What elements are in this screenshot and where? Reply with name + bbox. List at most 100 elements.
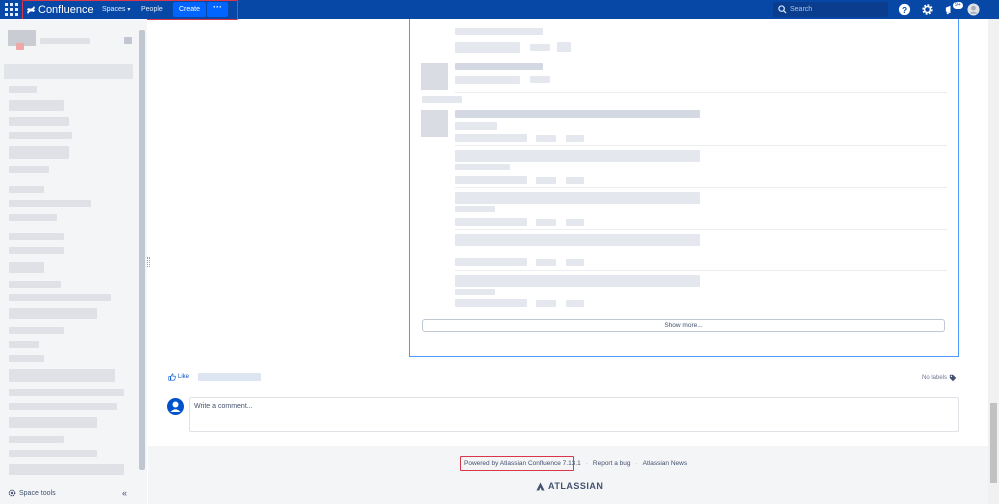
spaces-label: Spaces [102, 6, 126, 13]
blurred-text [455, 134, 527, 142]
show-more-button[interactable]: Show more... [422, 319, 945, 332]
blurred-text [455, 258, 527, 266]
blurred-text [455, 218, 527, 226]
powered-by-link[interactable]: Powered by Atlassian Confluence 7.13.1 [464, 460, 581, 467]
space-tools-button[interactable]: Space tools [8, 489, 56, 497]
blurred-text [455, 299, 527, 307]
blurred-text [455, 206, 495, 212]
search-icon [778, 5, 787, 14]
svg-text:?: ? [902, 5, 907, 15]
blurred-text [455, 110, 700, 118]
liked-by-users[interactable] [198, 373, 261, 381]
sidebar-item[interactable] [9, 247, 64, 254]
like-button[interactable]: Like [168, 373, 189, 381]
space-avatar-accent [16, 43, 24, 50]
collapse-sidebar-icon[interactable]: « [122, 488, 127, 498]
sidebar-item[interactable] [9, 417, 97, 428]
sidebar-item[interactable] [9, 132, 72, 139]
blurred-text [455, 42, 520, 53]
blurred-text [566, 259, 584, 266]
app-switcher-icon[interactable] [5, 3, 18, 16]
divider [455, 270, 947, 271]
search-input[interactable]: Search [773, 2, 888, 17]
blurred-text [455, 63, 543, 70]
spaces-menu[interactable]: Spaces ▾ [102, 4, 130, 16]
sidebar-item[interactable] [9, 294, 111, 301]
thumbs-up-icon [168, 373, 176, 381]
sidebar-item[interactable] [9, 327, 64, 334]
sidebar-item[interactable] [9, 281, 61, 288]
gear-icon [8, 489, 16, 497]
sidebar-item[interactable] [9, 369, 115, 382]
divider [455, 187, 947, 188]
blurred-text [455, 164, 510, 170]
edit-space-icon[interactable] [124, 37, 132, 44]
search-placeholder: Search [790, 6, 813, 13]
sidebar-item[interactable] [9, 166, 49, 173]
page-scrollbar-thumb[interactable] [990, 403, 997, 483]
atlassian-logo-icon [536, 481, 545, 491]
sidebar-item[interactable] [9, 117, 69, 126]
sidebar-item[interactable] [9, 341, 39, 348]
blurred-text [455, 192, 700, 204]
atlassian-wordmark: ATLASSIAN [548, 481, 604, 491]
sidebar-item[interactable] [9, 100, 64, 111]
sidebar-item[interactable] [9, 214, 57, 221]
space-tools-label: Space tools [19, 489, 56, 497]
sidebar-item[interactable] [9, 86, 37, 93]
atlassian-logo: ATLASSIAN [536, 481, 603, 491]
user-avatar-icon[interactable] [967, 3, 980, 16]
divider [455, 145, 947, 146]
commenter-avatar[interactable] [421, 63, 448, 90]
blurred-text [455, 122, 497, 130]
sidebar-item[interactable] [9, 403, 117, 410]
blurred-text [536, 300, 556, 307]
current-user-avatar [167, 398, 184, 415]
blurred-text [455, 76, 520, 84]
sidebar-item[interactable] [9, 200, 91, 207]
divider [455, 92, 947, 93]
commenter-avatar[interactable] [421, 110, 448, 137]
people-link[interactable]: People [141, 4, 163, 16]
blurred-text [557, 42, 571, 52]
tag-icon [949, 374, 957, 382]
blurred-text [455, 150, 700, 162]
sidebar-selected-item[interactable] [4, 64, 133, 79]
space-name[interactable] [40, 38, 90, 44]
confluence-logo[interactable]: Confluence [26, 2, 94, 17]
more-create-button[interactable]: ··· [207, 2, 228, 17]
footer [148, 446, 988, 504]
report-bug-link[interactable]: Report a bug [593, 460, 631, 467]
atlassian-news-link[interactable]: Atlassian News [643, 460, 687, 467]
sidebar-item[interactable] [9, 389, 124, 396]
sidebar-item[interactable] [9, 355, 44, 362]
sidebar-item[interactable] [9, 233, 64, 240]
like-label: Like [178, 374, 190, 380]
help-icon[interactable]: ? [898, 3, 911, 16]
sidebar-item[interactable] [9, 308, 97, 319]
blurred-text [455, 234, 700, 246]
sidebar-item[interactable] [9, 450, 97, 457]
sidebar-item[interactable] [9, 146, 69, 159]
sidebar-item[interactable] [9, 186, 44, 193]
blurred-text [455, 289, 495, 295]
blurred-text [455, 275, 700, 287]
labels-area[interactable]: No labels [922, 374, 957, 382]
create-button[interactable]: Create [173, 2, 206, 17]
sidebar-scrollbar-thumb[interactable] [139, 30, 145, 470]
footer-separator: · [585, 460, 588, 467]
footer-separator: · [635, 460, 638, 467]
blurred-text [422, 96, 462, 103]
user-silhouette-icon [170, 401, 181, 412]
blurred-text [530, 44, 550, 51]
blurred-text [566, 177, 584, 184]
chevron-down-icon: ▾ [127, 7, 131, 13]
settings-gear-icon[interactable] [921, 3, 934, 16]
no-labels-text: No labels [922, 375, 948, 381]
sidebar-item[interactable] [9, 436, 64, 443]
blurred-text [566, 219, 584, 226]
blurred-text [536, 135, 556, 142]
sidebar-item[interactable] [9, 464, 124, 475]
comment-input[interactable]: Write a comment... [189, 397, 959, 432]
sidebar-item[interactable] [9, 262, 44, 273]
